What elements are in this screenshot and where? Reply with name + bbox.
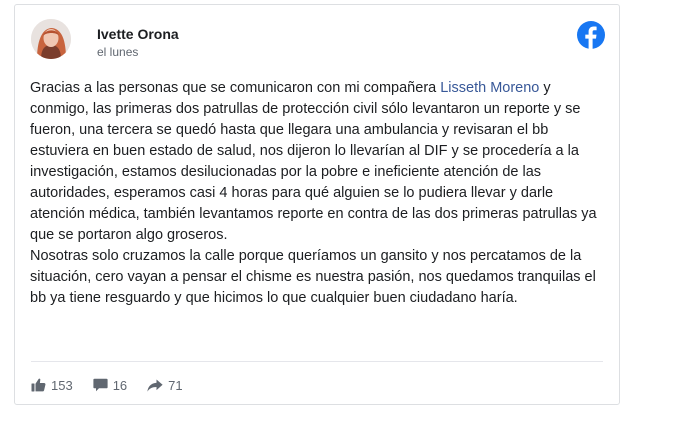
share-count: 71 [168, 377, 183, 393]
post-timestamp[interactable]: el lunes [97, 45, 138, 59]
comment-count: 16 [112, 377, 128, 393]
paragraph-1-text-after-mention: y conmigo, las primeras dos patrullas de… [30, 80, 597, 243]
thumbs-up-icon [31, 378, 46, 392]
facebook-logo-icon[interactable] [577, 21, 605, 49]
like-count: 153 [51, 377, 73, 393]
post-paragraph-1: Gracias a las personas que se comunicaro… [30, 78, 610, 246]
footer-divider [31, 361, 603, 362]
author-avatar[interactable] [31, 19, 71, 59]
comment-bubble-icon [93, 378, 108, 392]
avatar-image [31, 19, 71, 59]
mention-link[interactable]: Lisseth Moreno [440, 80, 539, 96]
paragraph-1-text-before-mention: Gracias a las personas que se comunicaro… [30, 80, 441, 96]
facebook-post-card: Ivette Orona el lunes Gracias a las pers… [14, 4, 620, 405]
comment-button[interactable]: 16 [93, 378, 127, 393]
post-paragraph-2: Nosotras solo cruzamos la calle porque q… [30, 248, 596, 306]
post-actions-bar: 153 16 71 [31, 373, 203, 397]
author-name[interactable]: Ivette Orona [97, 26, 179, 42]
like-button[interactable]: 153 [31, 378, 73, 393]
share-button[interactable]: 71 [147, 377, 183, 393]
post-header: Ivette Orona el lunes [31, 19, 605, 67]
post-body: Gracias a las personas que se comunicaro… [30, 78, 610, 309]
share-arrow-icon [147, 379, 163, 392]
